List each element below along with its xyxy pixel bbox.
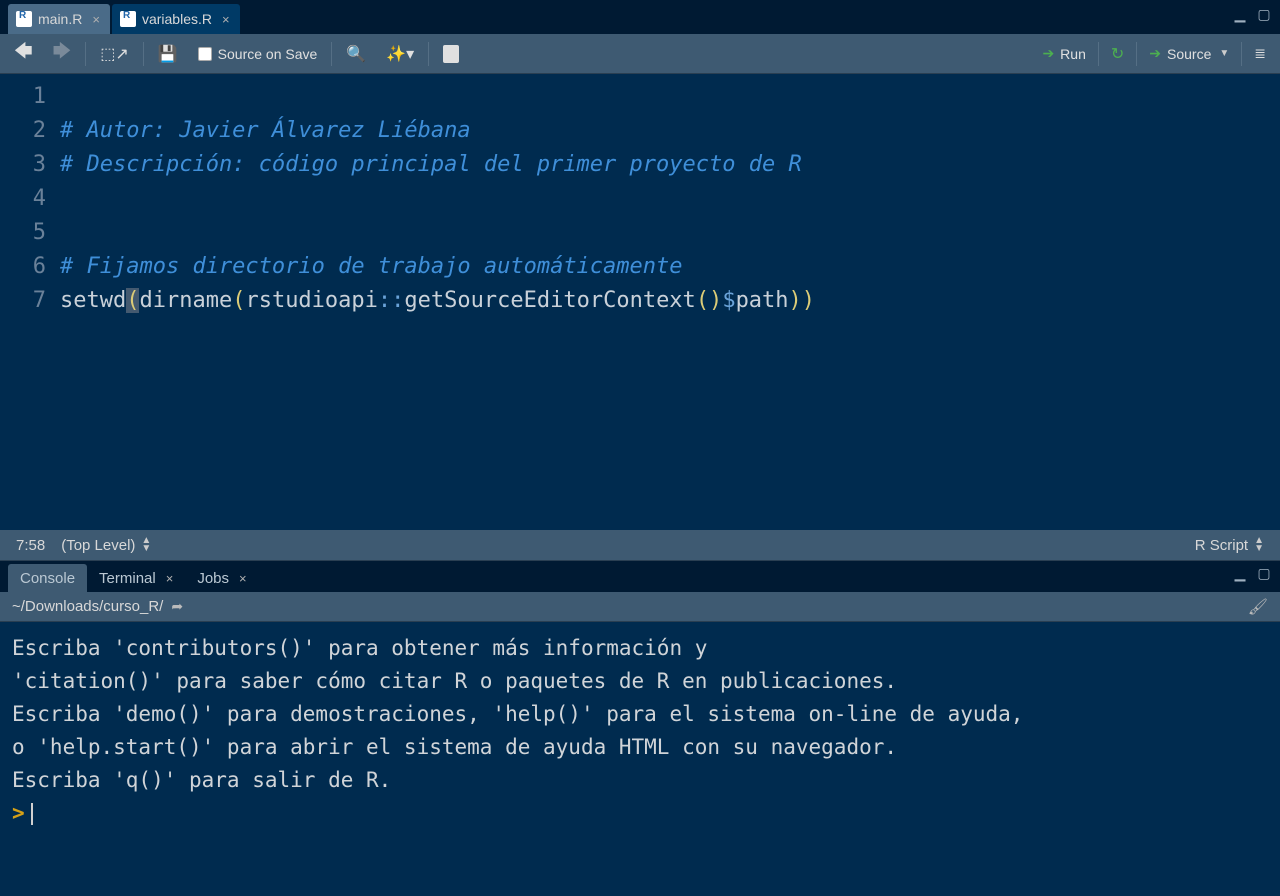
window-controls: ▁ ▢ [1232, 8, 1272, 20]
code-line [60, 182, 1280, 216]
scope-label: (Top Level) [61, 537, 135, 554]
console-output[interactable]: Escriba 'contributors()' para obtener má… [0, 622, 1280, 896]
r-file-icon [120, 11, 136, 27]
cursor [31, 803, 33, 825]
separator [428, 42, 429, 66]
separator [1136, 42, 1137, 66]
rerun-button[interactable]: ↻ [1105, 40, 1130, 68]
language-label: R Script [1195, 537, 1248, 554]
run-button[interactable]: ➔ Run [1036, 40, 1091, 68]
clear-console-icon[interactable]: 🖌 [1248, 597, 1268, 617]
maximize-icon[interactable]: ▢ [1256, 567, 1272, 579]
console-prompt-line[interactable]: > [12, 797, 1268, 830]
jobs-tab[interactable]: Jobs × [185, 564, 258, 592]
code-line: # Descripción: código principal del prim… [60, 148, 1280, 182]
console-tab-bar: Console Terminal × Jobs × ▁ ▢ [0, 560, 1280, 592]
updown-icon: ▲▼ [141, 537, 151, 553]
tab-label: main.R [38, 11, 82, 27]
language-selector[interactable]: R Script ▲▼ [1195, 537, 1264, 554]
separator [85, 42, 86, 66]
close-icon[interactable]: × [166, 571, 174, 586]
separator [143, 42, 144, 66]
editor-toolbar: 🡄 🡆 ⬚↗ 💾 Source on Save 🔍 ✨▾ ➔ Run ↻ ➔ S… [0, 34, 1280, 74]
compile-report-button[interactable] [437, 40, 465, 68]
cursor-position: 7:58 [16, 537, 45, 554]
terminal-tab[interactable]: Terminal × [87, 564, 185, 592]
find-button[interactable]: 🔍 [340, 40, 372, 68]
code-editor[interactable]: 1234567 # Autor: Javier Álvarez Liébana … [0, 74, 1280, 530]
toolbar-right: ➔ Run ↻ ➔ Source ▼ ≣ [1036, 40, 1272, 68]
console-tab[interactable]: Console [8, 564, 87, 592]
console-line: Escriba 'demo()' para demostraciones, 'h… [12, 698, 1268, 731]
save-button[interactable]: 💾 [152, 40, 184, 68]
prompt-char: > [12, 801, 25, 825]
console-line: 'citation()' para saber cómo citar R o p… [12, 665, 1268, 698]
line-gutter: 1234567 [0, 74, 60, 530]
close-icon[interactable]: × [92, 12, 100, 27]
code-line: setwd(dirname(rstudioapi::getSourceEdito… [60, 284, 1280, 318]
scope-selector[interactable]: (Top Level) ▲▼ [61, 537, 151, 554]
console-line: Escriba 'contributors()' para obtener má… [12, 632, 1268, 665]
source-on-save-label: Source on Save [218, 46, 318, 62]
panel-window-controls: ▁ ▢ [1232, 567, 1272, 579]
updown-icon: ▲▼ [1254, 537, 1264, 553]
code-line [60, 80, 1280, 114]
maximize-icon[interactable]: ▢ [1256, 8, 1272, 20]
close-icon[interactable]: × [222, 12, 230, 27]
chevron-down-icon: ▼ [1219, 48, 1229, 59]
close-icon[interactable]: × [239, 571, 247, 586]
code-line: # Fijamos directorio de trabajo automáti… [60, 250, 1280, 284]
source-on-save-checkbox[interactable]: Source on Save [192, 40, 324, 68]
minimize-icon[interactable]: ▁ [1232, 567, 1248, 579]
goto-dir-icon[interactable]: ➦ [171, 598, 183, 615]
separator [331, 42, 332, 66]
editor-tab-variables[interactable]: variables.R × [112, 4, 240, 34]
run-arrow-icon: ➔ [1042, 45, 1054, 62]
separator [1098, 42, 1099, 66]
tab-label: variables.R [142, 11, 212, 27]
console-line: Escriba 'q()' para salir de R. [12, 764, 1268, 797]
source-button[interactable]: ➔ Source ▼ [1143, 40, 1235, 68]
working-dir-label: ~/Downloads/curso_R/ [12, 598, 163, 615]
outline-button[interactable]: ≣ [1248, 40, 1272, 68]
nav-forward-button[interactable]: 🡆 [47, 40, 78, 68]
r-file-icon [16, 11, 32, 27]
minimize-icon[interactable]: ▁ [1232, 8, 1248, 20]
editor-status-bar: 7:58 (Top Level) ▲▼ R Script ▲▼ [0, 530, 1280, 560]
refresh-icon: ↻ [1111, 44, 1124, 64]
tab-label: Console [20, 570, 75, 587]
checkbox-icon [198, 47, 212, 61]
nav-back-button[interactable]: 🡄 [8, 40, 39, 68]
show-in-window-button[interactable]: ⬚↗ [94, 40, 135, 68]
document-icon [443, 45, 459, 63]
code-line [60, 216, 1280, 250]
code-tools-button[interactable]: ✨▾ [380, 40, 420, 68]
tab-label: Terminal [99, 570, 156, 587]
source-arrow-icon: ➔ [1149, 45, 1161, 62]
source-label: Source [1167, 46, 1211, 62]
code-area[interactable]: # Autor: Javier Álvarez Liébana # Descri… [60, 74, 1280, 530]
tab-label: Jobs [197, 570, 229, 587]
separator [1241, 42, 1242, 66]
console-line: o 'help.start()' para abrir el sistema d… [12, 731, 1268, 764]
code-line: # Autor: Javier Álvarez Liébana [60, 114, 1280, 148]
console-path-bar: ~/Downloads/curso_R/ ➦ 🖌 [0, 592, 1280, 622]
editor-tab-bar: main.R × variables.R × ▁ ▢ [0, 0, 1280, 34]
run-label: Run [1060, 46, 1086, 62]
editor-tab-main[interactable]: main.R × [8, 4, 110, 34]
